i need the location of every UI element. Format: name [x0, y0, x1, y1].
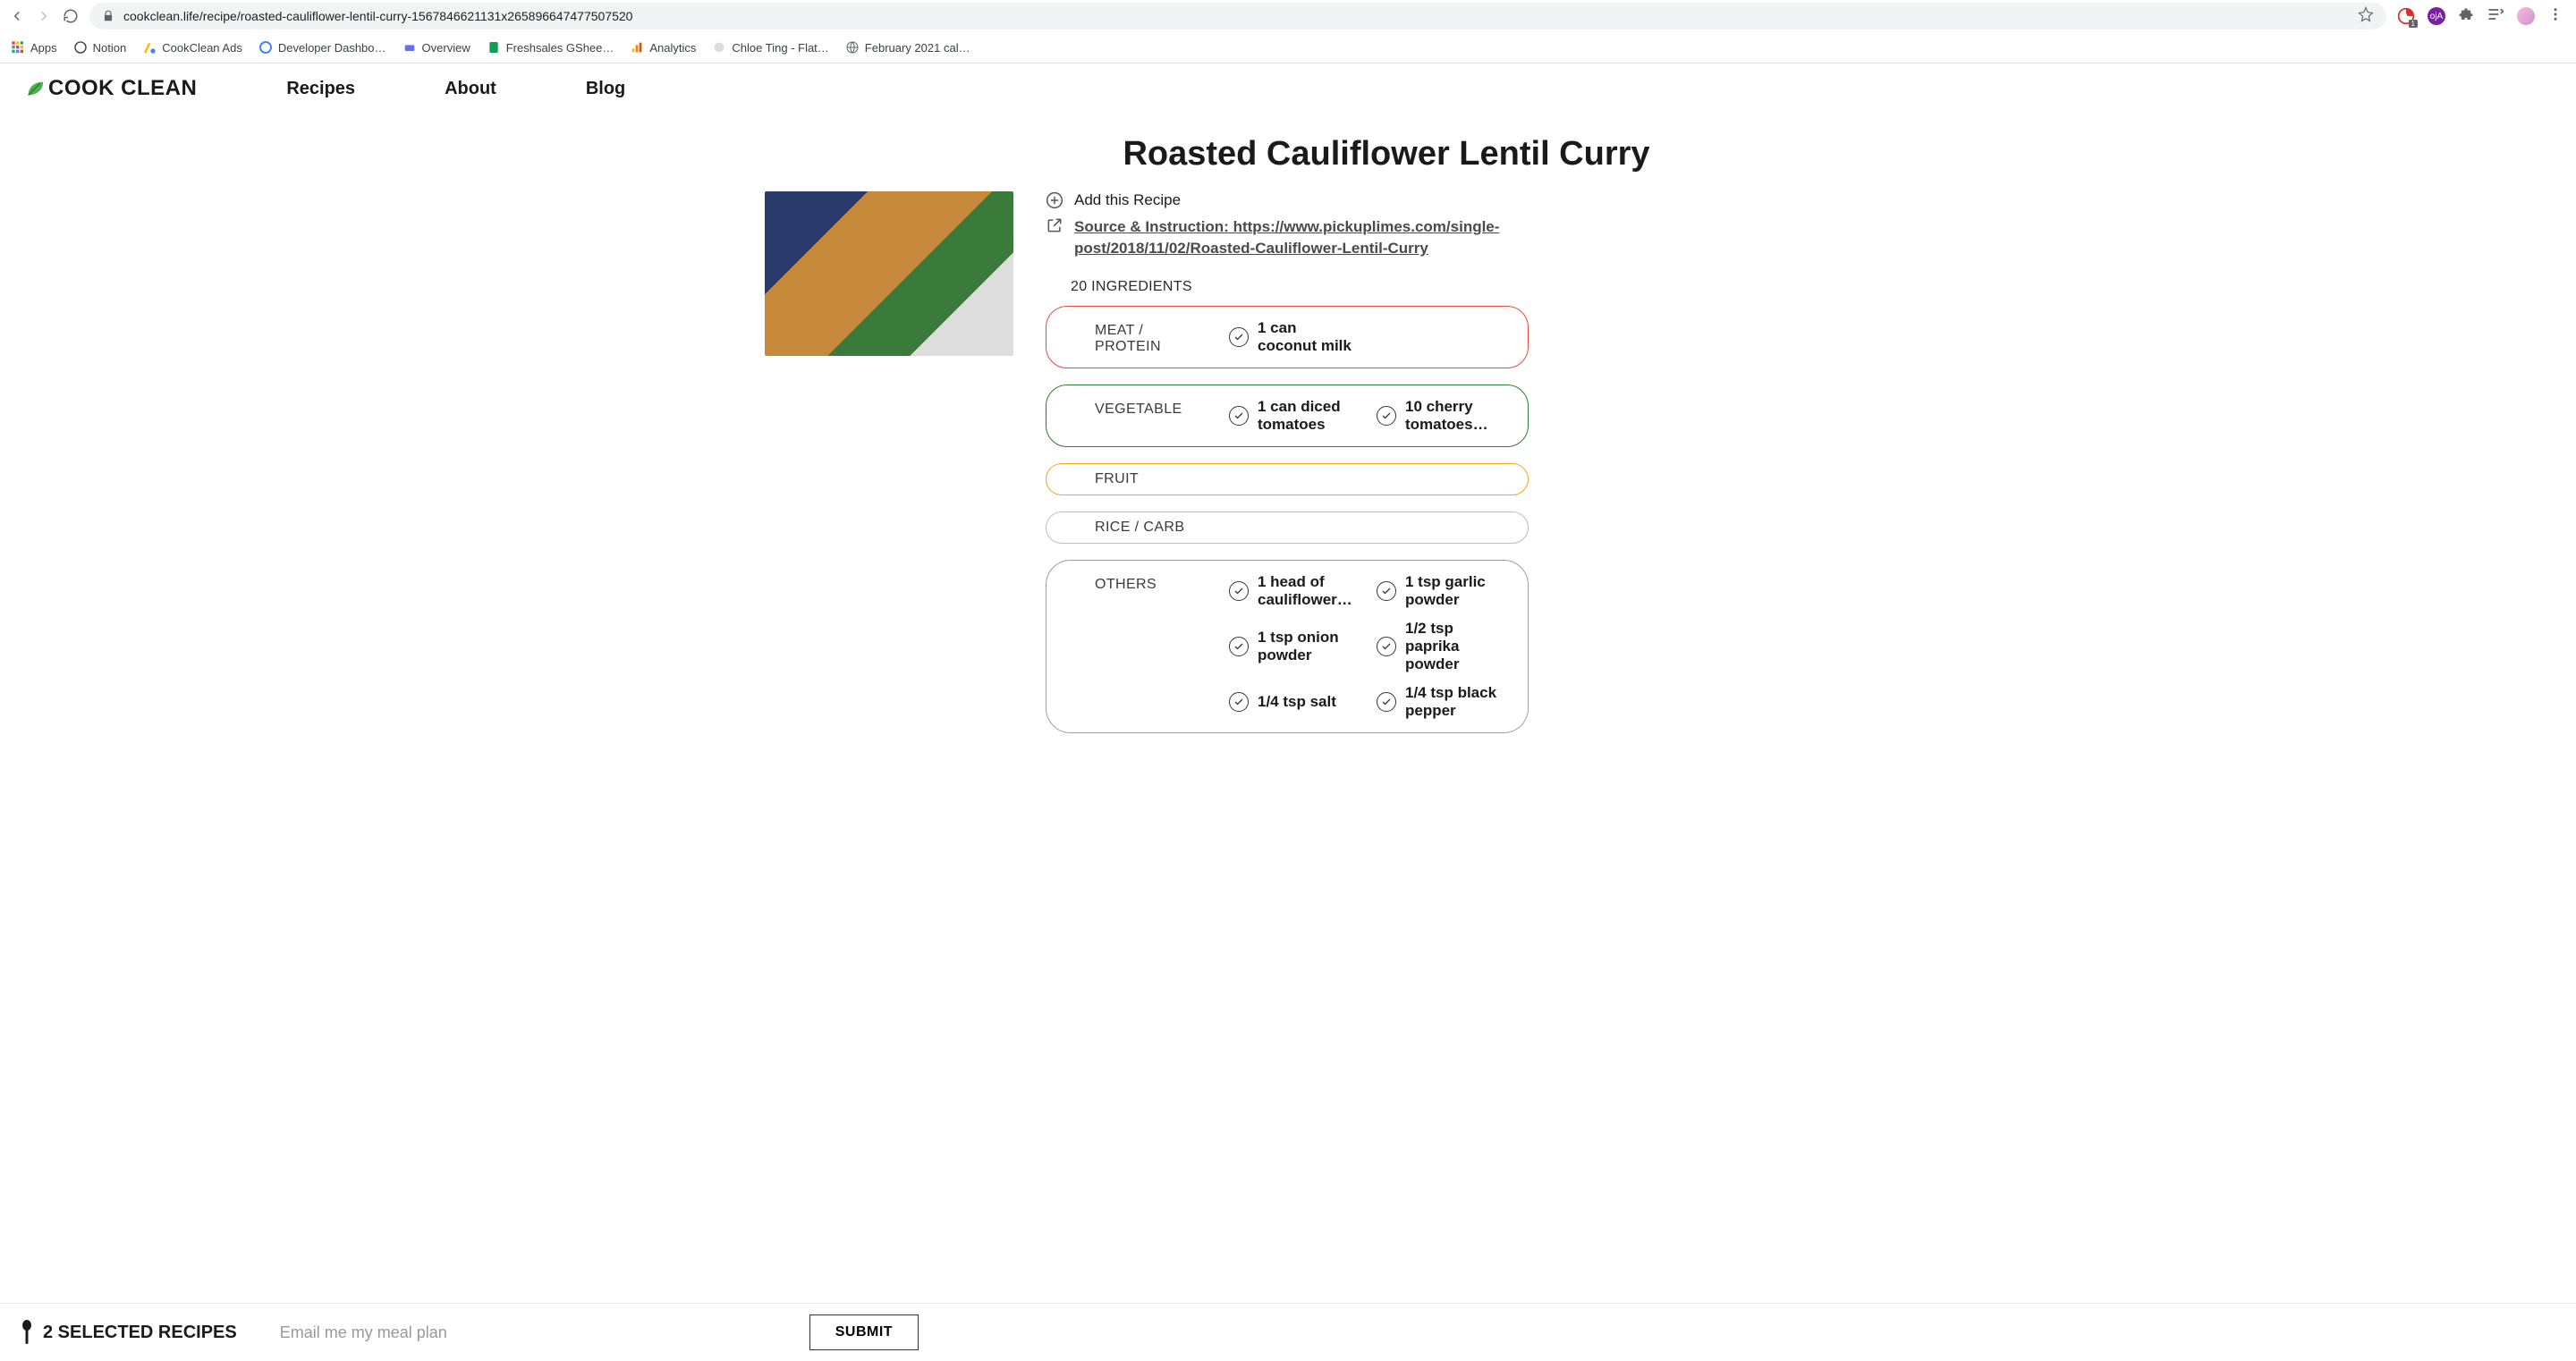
address-bar[interactable]: cookclean.life/recipe/roasted-cauliflowe… — [89, 3, 2386, 30]
bookmark-freshsales[interactable]: Freshsales GShee… — [487, 40, 614, 55]
bookmarks-bar: Apps Notion CookClean Ads Developer Dash… — [0, 32, 2576, 63]
site-logo[interactable]: COOK CLEAN — [25, 76, 197, 101]
ingredient-item[interactable]: 1/4 tsp salt — [1229, 684, 1359, 720]
extension-icon[interactable]: 1 — [2397, 7, 2415, 25]
category-rice-carb: RICE / CARB — [1046, 511, 1529, 544]
bookmark-chloe-ting[interactable]: Chloe Ting - Flat… — [712, 40, 828, 55]
selected-recipes-count[interactable]: 2 SELECTED RECIPES — [21, 1320, 237, 1345]
lock-icon — [102, 10, 114, 22]
add-recipe-label: Add this Recipe — [1074, 191, 1181, 209]
check-circle-icon — [1377, 692, 1396, 712]
category-label: FRUIT — [1095, 471, 1211, 487]
site-nav: Recipes About Blog — [286, 79, 625, 99]
ingredient-item[interactable]: 10 cherry tomatoes… — [1377, 398, 1506, 434]
analytics-icon — [630, 40, 644, 55]
apps-grid-icon — [11, 40, 25, 55]
category-label: RICE / CARB — [1095, 520, 1211, 536]
bookmark-notion[interactable]: Notion — [73, 40, 127, 55]
external-link-icon — [1046, 216, 1063, 234]
google-g-icon — [258, 40, 273, 55]
plus-circle-icon — [1046, 191, 1063, 209]
category-others: OTHERS 1 head of cauliflower… 1 tsp garl… — [1046, 560, 1529, 733]
category-label: VEGETABLE — [1095, 398, 1211, 418]
leaf-icon — [25, 79, 45, 98]
source-link[interactable]: Source & Instruction: https://www.pickup… — [1046, 216, 1529, 259]
check-circle-icon — [1229, 327, 1249, 347]
ingredient-item[interactable]: 1 tsp garlic powder — [1377, 573, 1506, 609]
category-label: OTHERS — [1095, 573, 1211, 593]
bookmark-february-cal[interactable]: February 2021 cal… — [845, 40, 970, 55]
google-ads-icon — [142, 40, 157, 55]
ingredients-header: 20 INGREDIENTS — [1071, 279, 1529, 295]
check-circle-icon — [1377, 637, 1396, 656]
bookmark-developer-dashboard[interactable]: Developer Dashbo… — [258, 40, 386, 55]
nav-recipes[interactable]: Recipes — [286, 79, 355, 99]
stripe-icon — [402, 40, 417, 55]
recipe-page: Roasted Cauliflower Lentil Curry Add thi… — [747, 114, 1829, 857]
submit-button[interactable]: SUBMIT — [809, 1315, 919, 1350]
recipe-image — [765, 191, 1013, 356]
favicon-icon — [712, 40, 726, 55]
profile-avatar[interactable] — [2517, 7, 2535, 25]
extension-icon[interactable]: ojA — [2428, 7, 2445, 25]
category-label: MEAT / PROTEIN — [1095, 319, 1211, 355]
url-text: cookclean.life/recipe/roasted-cauliflowe… — [123, 9, 2349, 23]
back-button[interactable] — [9, 8, 25, 24]
check-circle-icon — [1377, 406, 1396, 426]
source-link-text: Source & Instruction: https://www.pickup… — [1074, 216, 1529, 259]
category-meat-protein: MEAT / PROTEIN 1 can coconut milk — [1046, 306, 1529, 368]
ingredient-item[interactable]: 1 can diced tomatoes — [1229, 398, 1359, 434]
google-sheets-icon — [487, 40, 501, 55]
notion-icon — [73, 40, 88, 55]
globe-icon — [845, 40, 860, 55]
bookmark-analytics[interactable]: Analytics — [630, 40, 696, 55]
meal-plan-footer: 2 SELECTED RECIPES SUBMIT — [0, 1303, 2576, 1361]
category-vegetable: VEGETABLE 1 can diced tomatoes 10 cherry… — [1046, 385, 1529, 447]
category-fruit: FRUIT — [1046, 463, 1529, 495]
add-recipe-button[interactable]: Add this Recipe — [1046, 191, 1529, 209]
nav-blog[interactable]: Blog — [586, 79, 625, 99]
site-header: COOK CLEAN Recipes About Blog — [0, 63, 2576, 114]
chrome-menu-icon[interactable] — [2547, 6, 2563, 27]
ingredient-item[interactable]: 1/4 tsp black pepper — [1377, 684, 1506, 720]
browser-chrome: cookclean.life/recipe/roasted-cauliflowe… — [0, 0, 2576, 63]
browser-nav-row: cookclean.life/recipe/roasted-cauliflowe… — [0, 0, 2576, 32]
extensions-puzzle-icon[interactable] — [2458, 6, 2474, 27]
check-circle-icon — [1229, 406, 1249, 426]
ingredient-item[interactable]: 1 head of cauliflower… — [1229, 573, 1359, 609]
email-input[interactable] — [273, 1316, 774, 1349]
bookmark-cookclean-ads[interactable]: CookClean Ads — [142, 40, 242, 55]
ingredient-item[interactable]: 1/2 tsp paprika powder — [1377, 620, 1506, 673]
reading-list-icon[interactable] — [2487, 5, 2504, 28]
check-circle-icon — [1229, 692, 1249, 712]
check-circle-icon — [1229, 637, 1249, 656]
check-circle-icon — [1377, 581, 1396, 601]
chrome-extension-tray: 1 ojA — [2397, 5, 2567, 28]
recipe-title: Roasted Cauliflower Lentil Curry — [962, 135, 1811, 173]
ingredient-item[interactable]: 1 can coconut milk — [1229, 319, 1359, 355]
reload-button[interactable] — [63, 8, 79, 24]
forward-button[interactable] — [36, 8, 52, 24]
bookmark-apps[interactable]: Apps — [11, 40, 57, 55]
ingredient-item[interactable]: 1 tsp onion powder — [1229, 620, 1359, 673]
bookmark-overview[interactable]: Overview — [402, 40, 470, 55]
spoon-icon — [21, 1320, 32, 1345]
nav-about[interactable]: About — [445, 79, 496, 99]
bookmark-star-icon[interactable] — [2358, 6, 2374, 27]
check-circle-icon — [1229, 581, 1249, 601]
